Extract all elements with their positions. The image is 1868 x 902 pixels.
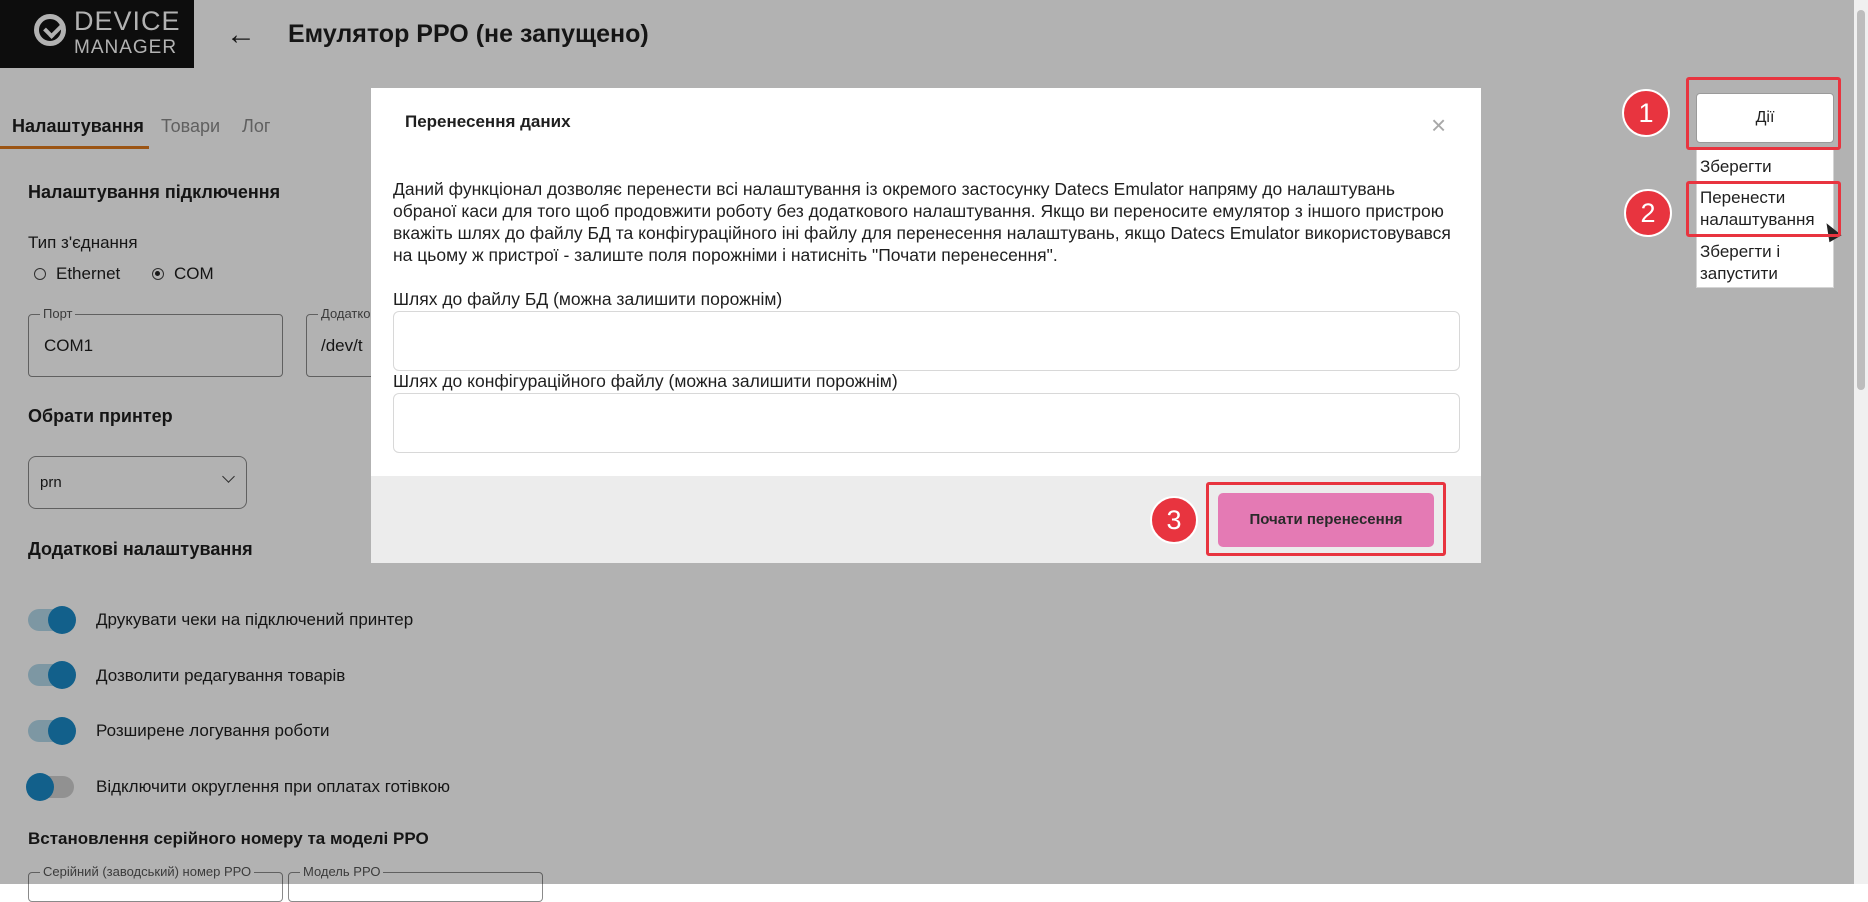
menu-item-save[interactable]: Зберегти xyxy=(1700,156,1772,178)
scrollbar-thumb[interactable] xyxy=(1857,10,1865,390)
annotation-box-2 xyxy=(1686,181,1841,237)
menu-item-save-and-start[interactable]: Зберегти і запустити xyxy=(1700,241,1830,285)
annotation-badge-1: 1 xyxy=(1622,89,1670,137)
config-path-label: Шлях до конфігураційного файлу (можна за… xyxy=(393,371,898,391)
annotation-box-1 xyxy=(1686,77,1841,150)
dialog-description: Даний функціонал дозволяє перенести всі … xyxy=(393,179,1451,265)
close-icon[interactable]: × xyxy=(1431,110,1446,141)
annotation-badge-3: 3 xyxy=(1150,496,1198,544)
db-path-label: Шлях до файлу БД (можна залишити порожні… xyxy=(393,289,783,309)
dialog-title: Перенесення даних xyxy=(405,112,571,131)
annotation-badge-2: 2 xyxy=(1624,189,1672,237)
db-path-input[interactable] xyxy=(393,311,1460,371)
annotation-box-3 xyxy=(1206,482,1446,556)
config-path-input[interactable] xyxy=(393,393,1460,453)
